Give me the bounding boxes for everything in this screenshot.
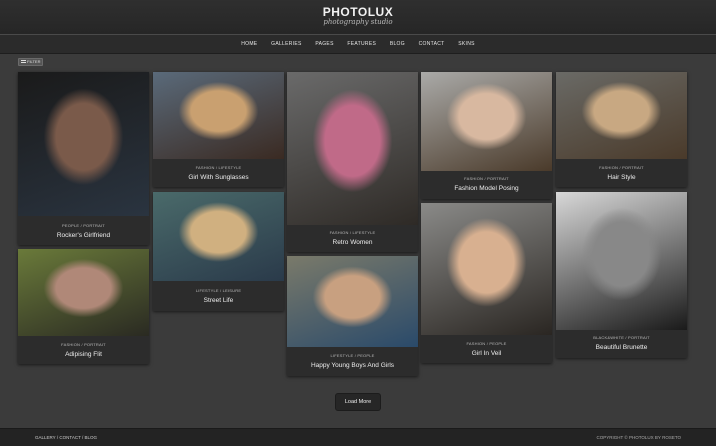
card-title[interactable]: Rocker's Girlfriend — [18, 232, 149, 239]
nav-item-features[interactable]: FEATURES — [347, 41, 376, 47]
gallery-card[interactable]: FASHION / PEOPLE Girl In Veil — [421, 203, 552, 363]
gallery-photo[interactable] — [18, 72, 149, 216]
card-title[interactable]: Adipising Flit — [18, 351, 149, 358]
gallery-card[interactable]: BLACK&WHITE / PORTRAIT Beautiful Brunett… — [556, 192, 687, 358]
footer-link-gallery[interactable]: GALLERY — [35, 435, 56, 440]
load-more-button[interactable]: Load More — [335, 393, 381, 411]
gallery-card[interactable]: FASHION / LIFESTYLE Retro Women — [287, 72, 418, 252]
gallery-card[interactable]: FASHION / PORTRAIT Fashion Model Posing — [421, 72, 552, 199]
nav-item-galleries[interactable]: GALLERIES — [271, 41, 302, 47]
footer-link-blog[interactable]: BLOG — [85, 435, 98, 440]
card-title[interactable]: Beautiful Brunette — [556, 344, 687, 351]
footer-separator: / — [82, 435, 84, 440]
menu-icon — [21, 60, 26, 64]
gallery-card[interactable]: FASHION / LIFESTYLE Girl With Sunglasses — [153, 72, 284, 187]
gallery-photo[interactable] — [421, 203, 552, 335]
logo-title[interactable]: PHOTOLUX — [0, 5, 716, 19]
card-title[interactable]: Street Life — [153, 297, 284, 304]
nav-item-home[interactable]: HOME — [241, 41, 257, 47]
gallery-card[interactable]: LIFESTYLE / LEISURE Street Life — [153, 192, 284, 311]
nav-item-skins[interactable]: SKINS — [458, 41, 475, 47]
gallery-card[interactable]: FASHION / PORTRAIT Hair Style — [556, 72, 687, 187]
card-category: LIFESTYLE / LEISURE — [195, 288, 242, 293]
logo-subtitle: photography studio — [323, 18, 393, 26]
card-title[interactable]: Retro Women — [287, 239, 418, 246]
card-category: BLACK&WHITE / PORTRAIT — [593, 335, 650, 340]
gallery-photo[interactable] — [556, 72, 687, 159]
footer-links: GALLERY / CONTACT / BLOG — [35, 435, 97, 440]
gallery-photo[interactable] — [421, 72, 552, 171]
nav-item-pages[interactable]: PAGES — [315, 41, 333, 47]
card-category: FASHION / PORTRAIT — [61, 342, 106, 347]
card-title[interactable]: Girl With Sunglasses — [153, 174, 284, 181]
card-category: PEOPLE / PORTRAIT — [62, 223, 105, 228]
filter-label: FILTER — [27, 59, 41, 64]
card-title[interactable]: Hair Style — [556, 174, 687, 181]
card-category: LIFESTYLE / PEOPLE — [330, 353, 375, 358]
gallery-photo[interactable] — [18, 249, 149, 336]
footer-separator: / — [56, 435, 59, 440]
card-title[interactable]: Girl In Veil — [421, 350, 552, 357]
footer-link-contact[interactable]: CONTACT — [59, 435, 80, 440]
card-category: FASHION / PORTRAIT — [599, 165, 644, 170]
main-nav: HOME GALLERIES PAGES FEATURES BLOG CONTA… — [0, 34, 716, 54]
card-title[interactable]: Happy Young Boys And Girls — [287, 362, 418, 369]
nav-item-contact[interactable]: CONTACT — [419, 41, 445, 47]
gallery-card[interactable]: FASHION / PORTRAIT Adipising Flit — [18, 249, 149, 364]
card-title[interactable]: Fashion Model Posing — [421, 185, 552, 192]
card-category: FASHION / LIFESTYLE — [195, 165, 242, 170]
gallery-card[interactable]: PEOPLE / PORTRAIT Rocker's Girlfriend — [18, 72, 149, 245]
gallery-photo[interactable] — [153, 192, 284, 281]
gallery-card[interactable]: LIFESTYLE / PEOPLE Happy Young Boys And … — [287, 256, 418, 376]
card-category: FASHION / LIFESTYLE — [329, 230, 376, 235]
site-footer: GALLERY / CONTACT / BLOG COPYRIGHT © PHO… — [0, 428, 716, 446]
filter-button[interactable]: FILTER — [18, 58, 43, 66]
gallery-photo[interactable] — [287, 256, 418, 347]
gallery-photo[interactable] — [287, 72, 418, 225]
site-header: PHOTOLUX photography studio — [0, 0, 716, 34]
copyright-text: COPYRIGHT © PHOTOLUX BY ROSETO — [596, 435, 681, 440]
card-category: FASHION / PORTRAIT — [464, 176, 509, 181]
gallery-photo[interactable] — [153, 72, 284, 159]
nav-item-blog[interactable]: BLOG — [390, 41, 405, 47]
card-category: FASHION / PEOPLE — [466, 341, 507, 346]
gallery-photo[interactable] — [556, 192, 687, 330]
